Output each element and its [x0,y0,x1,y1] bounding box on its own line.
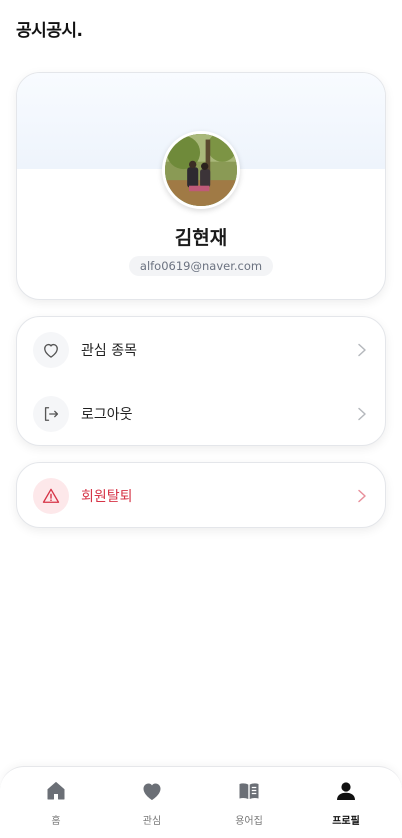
user-name: 김현재 [174,227,228,249]
user-email: alfo0619@naver.com [128,256,274,276]
nav-home[interactable]: 홈 [26,779,86,831]
nav-label: 용어집 [235,816,263,827]
home-icon [47,782,65,800]
menu-item-label: 회원탈퇴 [81,489,133,505]
logout-icon-wrap [33,396,69,432]
withdraw-card: 회원탈퇴 [16,462,386,528]
user-icon [337,782,355,800]
nav-label: 관심 [142,816,162,827]
menu-item-favorites[interactable]: 관심 종목 [17,318,385,382]
warning-icon [42,488,60,503]
menu-item-logout[interactable]: 로그아웃 [17,382,385,445]
avatar[interactable] [162,131,240,209]
nav-label: 홈 [51,816,61,827]
nav-glossary[interactable]: 용어집 [219,779,279,831]
profile-card: 김현재 alfo0619@naver.com [16,72,386,300]
bottom-nav: 홈 관심 용어집 프로필 [0,766,402,838]
profile-screen: 공시공시. 김현재 alfo0619@naver.com 관심 종목 로그아웃 … [0,0,402,838]
heart-icon [143,783,161,800]
chevron-right-icon [358,343,366,357]
menu-card: 관심 종목 로그아웃 [16,316,386,446]
logout-icon [44,407,59,421]
warning-icon-wrap [33,478,69,514]
nav-label: 프로필 [332,816,360,827]
chevron-right-icon [358,489,366,503]
heart-icon [44,343,58,358]
avatar-photo [165,134,237,206]
nav-profile[interactable]: 프로필 [316,779,376,831]
book-icon [239,783,259,799]
chevron-right-icon [358,407,366,421]
menu-item-withdraw[interactable]: 회원탈퇴 [17,464,385,527]
app-logo[interactable]: 공시공시. [16,16,83,41]
nav-favorites[interactable]: 관심 [122,779,182,831]
menu-item-label: 관심 종목 [81,343,137,359]
heart-icon-wrap [33,332,69,368]
menu-item-label: 로그아웃 [81,407,133,423]
